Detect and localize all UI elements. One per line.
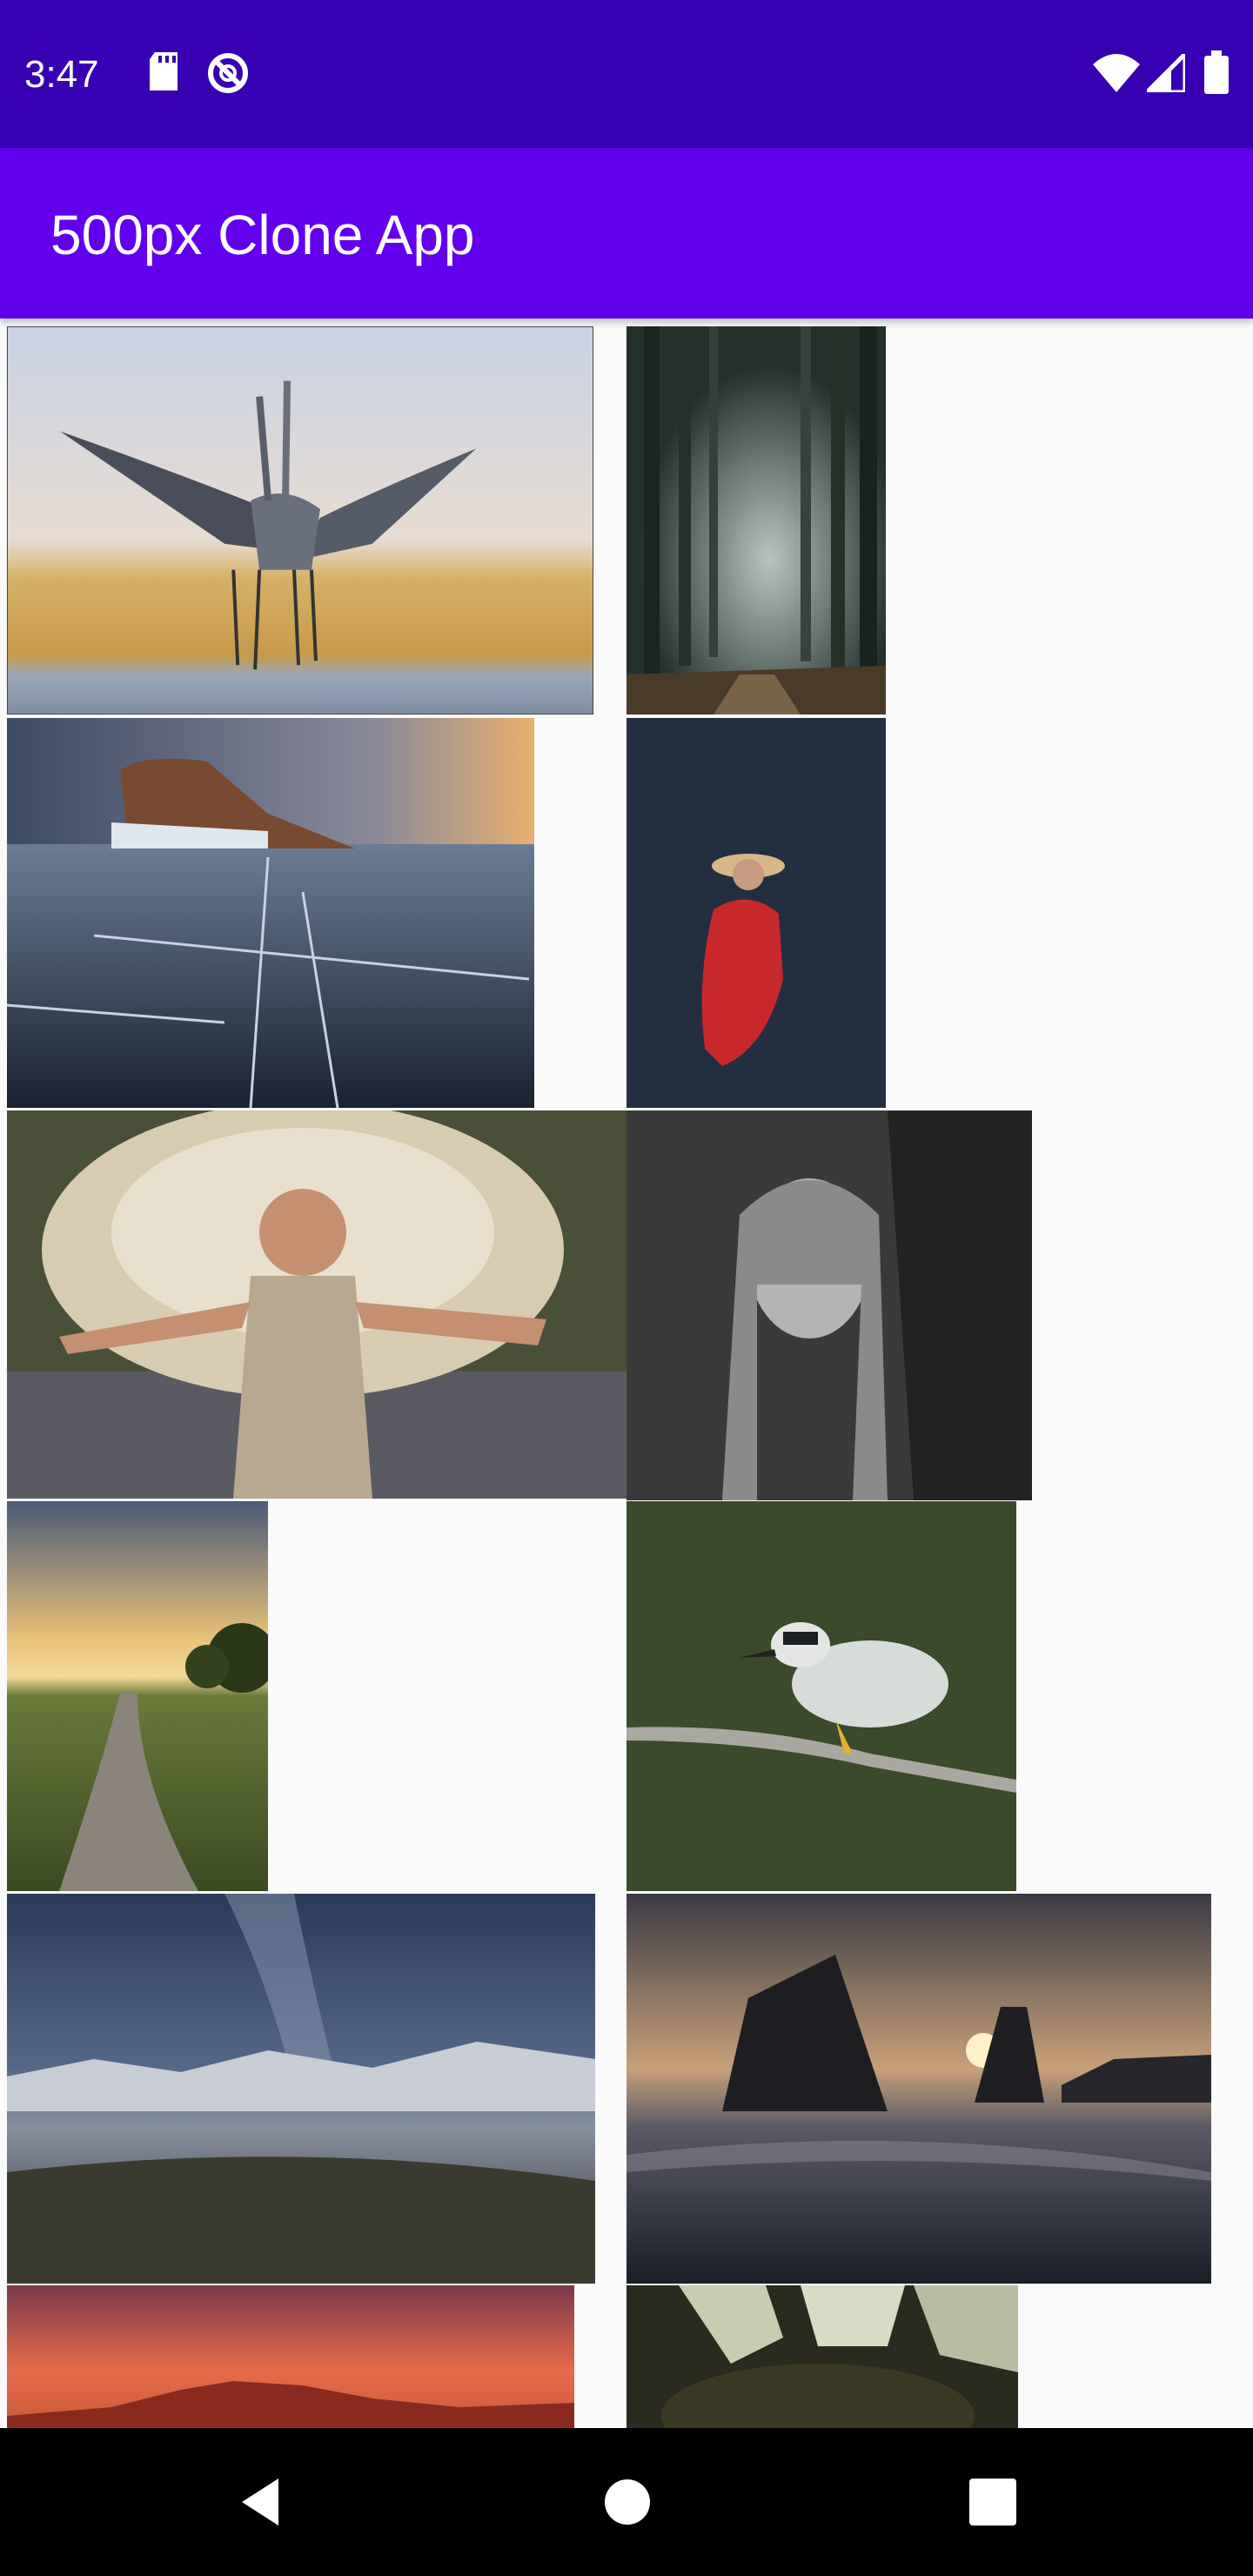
navigation-bar [0,2428,1253,2576]
photo-tile[interactable] [626,326,886,714]
photo-tile[interactable] [626,1501,1016,1891]
status-bar: 3:47 [0,0,1253,148]
sea-stacks-photo [626,1894,1211,2284]
photo-tile[interactable] [7,326,593,714]
photo-tile[interactable] [626,1110,1032,1500]
photo-tile[interactable] [626,2285,1018,2428]
photo-tile[interactable] [626,1894,1211,2284]
red-sky-mountain-photo [7,2285,574,2428]
bw-portrait-photo [626,1110,1032,1500]
photo-tile[interactable] [626,718,886,1108]
carnival-dancer-photo [7,1110,626,1499]
photo-tile[interactable] [7,718,534,1108]
photo-tile[interactable] [7,2285,574,2428]
forest-photo [626,326,886,714]
app-bar: 500px Clone App [0,148,1253,319]
photo-tile[interactable] [7,1894,595,2284]
country-road-photo [7,1501,268,1891]
wifi-icon [1093,54,1140,97]
photo-tile[interactable] [7,1501,268,1891]
app-title: 500px Clone App [50,204,475,266]
sunflower-photo [626,2285,1018,2428]
back-icon[interactable] [231,2472,292,2532]
sd-card-icon [146,52,181,95]
frozen-lake-photo [7,718,534,1108]
battery-icon [1204,50,1229,98]
status-time: 3:47 [24,53,99,96]
cranes-photo [8,327,593,714]
home-icon[interactable] [597,2472,658,2532]
do-not-disturb-icon [207,52,249,98]
night-heron-photo [626,1501,1016,1891]
cellular-signal-icon [1141,48,1188,97]
recents-icon[interactable] [962,2472,1023,2532]
milky-way-photo [7,1894,595,2284]
photo-grid[interactable] [0,322,1253,2428]
photo-tile[interactable] [7,1110,626,1499]
woman-red-dress-photo [626,718,886,1108]
